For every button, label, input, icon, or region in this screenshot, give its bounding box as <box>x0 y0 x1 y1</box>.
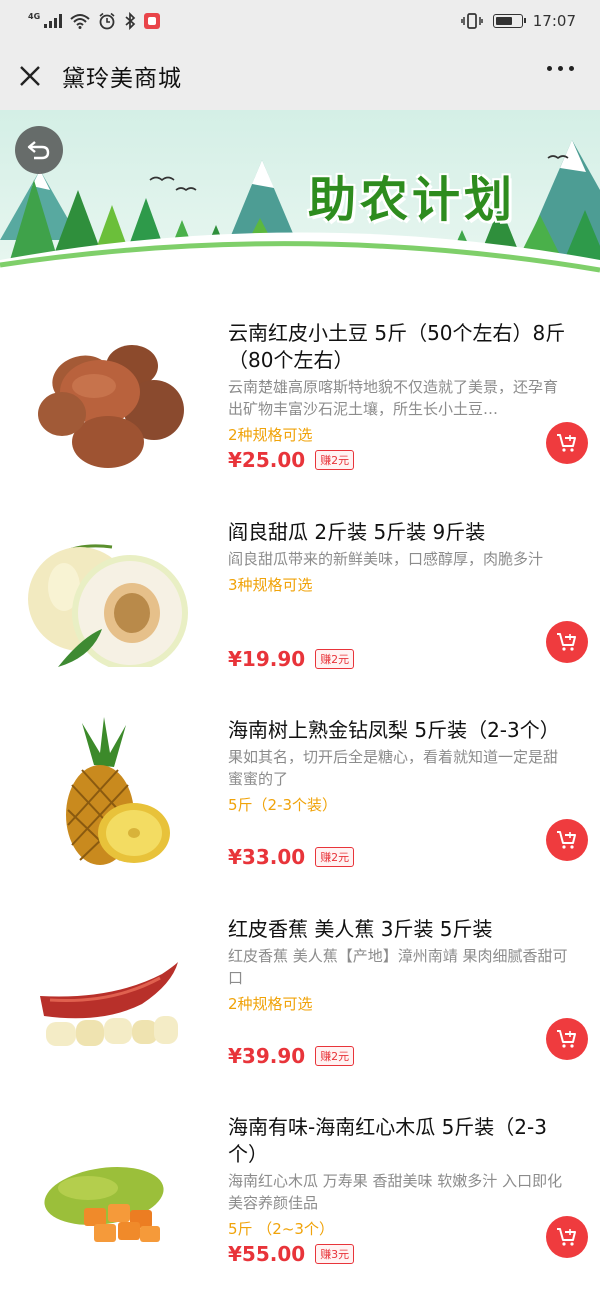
product-card[interactable]: 红皮香蕉 美人蕉 3斤装 5斤装 红皮香蕉 美人蕉【产地】漳州南靖 果肉细腻香甜… <box>0 892 600 1090</box>
banner-title: 助农计划 <box>308 172 517 228</box>
add-to-cart-button[interactable] <box>546 422 588 464</box>
add-cart-icon <box>557 831 576 849</box>
nav-bar: 黛玲美商城 <box>0 42 600 110</box>
product-price-row: ¥55.00 赚3元 <box>228 1242 355 1266</box>
product-spec: 2种规格可选 <box>228 995 313 1013</box>
status-right: 17:07 <box>461 12 576 30</box>
product-spec: 2种规格可选 <box>228 426 313 444</box>
status-left: 4G <box>28 12 161 30</box>
close-icon <box>20 66 40 86</box>
product-info: 海南树上熟金钻凤梨 5斤装（2-3个） 果如其名，切开后全是糖心，看着就知道一定… <box>228 717 572 815</box>
earn-badge: 赚3元 <box>315 1244 355 1264</box>
product-card[interactable]: 云南红皮小土豆 5斤（50个左右）8斤（80个左右） 云南楚雄高原喀斯特地貌不仅… <box>0 296 600 494</box>
network-type: 4G <box>28 12 41 21</box>
papaya-image <box>44 1167 164 1242</box>
add-cart-icon <box>557 434 576 452</box>
product-desc: 海南红心木瓜 万寿果 香甜美味 软嫩多汁 入口即化 美容养颜佳品 <box>228 1172 563 1212</box>
more-button[interactable] <box>547 66 574 71</box>
pineapple-image <box>66 717 170 865</box>
status-bar: 4G 17:07 <box>0 0 600 42</box>
product-title: 红皮香蕉 美人蕉 3斤装 5斤装 <box>228 917 493 941</box>
add-to-cart-button[interactable] <box>546 1216 588 1258</box>
product-title: 海南有味-海南红心木瓜 5斤装（2-3个） <box>228 1115 547 1166</box>
signal-icon <box>44 14 63 28</box>
product-price-row: ¥39.90 赚2元 <box>228 1044 355 1068</box>
product-price: ¥55.00 <box>228 1242 306 1266</box>
melon-image <box>28 544 188 667</box>
earn-badge: 赚2元 <box>315 450 355 470</box>
product-desc: 果如其名，切开后全是糖心，看着就知道一定是甜蜜蜜的了 <box>228 748 559 788</box>
battery-level <box>495 17 512 25</box>
product-price-row: ¥33.00 赚2元 <box>228 845 355 869</box>
page-title: 黛玲美商城 <box>62 66 182 92</box>
product-price: ¥19.90 <box>228 647 306 671</box>
product-info: 红皮香蕉 美人蕉 3斤装 5斤装 红皮香蕉 美人蕉【产地】漳州南靖 果肉细腻香甜… <box>228 916 572 1014</box>
product-card[interactable]: 阎良甜瓜 2斤装 5斤装 9斤装 阎良甜瓜带来的新鲜美味，口感醇厚，肉脆多汁 3… <box>0 495 600 693</box>
more-dots-icon <box>547 66 552 71</box>
add-to-cart-button[interactable] <box>546 819 588 861</box>
product-info: 海南有味-海南红心木瓜 5斤装（2-3个） 海南红心木瓜 万寿果 香甜美味 软嫩… <box>228 1114 572 1239</box>
back-arrow-icon <box>27 141 50 160</box>
product-desc: 红皮香蕉 美人蕉【产地】漳州南靖 果肉细腻香甜可口 <box>228 947 568 987</box>
add-to-cart-button[interactable] <box>546 1018 588 1060</box>
wifi-icon <box>70 14 90 29</box>
product-price: ¥25.00 <box>228 448 306 472</box>
product-price-row: ¥25.00 赚2元 <box>228 448 355 472</box>
product-card[interactable]: 海南有味-海南红心木瓜 5斤装（2-3个） 海南红心木瓜 万寿果 香甜美味 软嫩… <box>0 1090 600 1288</box>
product-desc: 云南楚雄高原喀斯特地貌不仅造就了美景，还孕育出矿物丰富沙石泥土壤，所生长小土豆… <box>228 378 559 418</box>
add-cart-icon <box>557 1228 576 1246</box>
product-price-row: ¥19.90 赚2元 <box>228 647 355 671</box>
add-cart-icon <box>557 1030 576 1048</box>
product-info: 阎良甜瓜 2斤装 5斤装 9斤装 阎良甜瓜带来的新鲜美味，口感醇厚，肉脆多汁 3… <box>228 519 572 595</box>
product-spec: 3种规格可选 <box>228 576 313 594</box>
earn-badge: 赚2元 <box>315 1046 355 1066</box>
product-spec: 5斤 （2~3个） <box>228 1220 334 1238</box>
app-notification-icon <box>144 13 161 29</box>
battery-icon <box>492 14 526 28</box>
product-title: 云南红皮小土豆 5斤（50个左右）8斤（80个左右） <box>228 321 566 372</box>
product-title: 海南树上熟金钻凤梨 5斤装（2-3个） <box>228 718 560 742</box>
potato-image <box>38 345 184 468</box>
add-cart-icon <box>557 633 576 651</box>
product-price: ¥39.90 <box>228 1044 306 1068</box>
back-button[interactable] <box>15 126 63 174</box>
product-price: ¥33.00 <box>228 845 306 869</box>
close-button[interactable] <box>2 42 58 110</box>
earn-badge: 赚2元 <box>315 847 355 867</box>
product-desc: 阎良甜瓜带来的新鲜美味，口感醇厚，肉脆多汁 <box>228 550 544 568</box>
earn-badge: 赚2元 <box>315 649 355 669</box>
bluetooth-icon <box>125 12 136 30</box>
product-spec: 5斤（2-3个装） <box>228 796 338 814</box>
status-time: 17:07 <box>532 12 576 30</box>
product-card[interactable]: 海南树上熟金钻凤梨 5斤装（2-3个） 果如其名，切开后全是糖心，看着就知道一定… <box>0 693 600 891</box>
add-to-cart-button[interactable] <box>546 621 588 663</box>
product-info: 云南红皮小土豆 5斤（50个左右）8斤（80个左右） 云南楚雄高原喀斯特地貌不仅… <box>228 320 572 445</box>
vibrate-icon <box>461 13 483 29</box>
alarm-icon <box>99 12 115 30</box>
red-banana-image <box>40 962 178 1046</box>
product-title: 阎良甜瓜 2斤装 5斤装 9斤装 <box>228 520 486 544</box>
